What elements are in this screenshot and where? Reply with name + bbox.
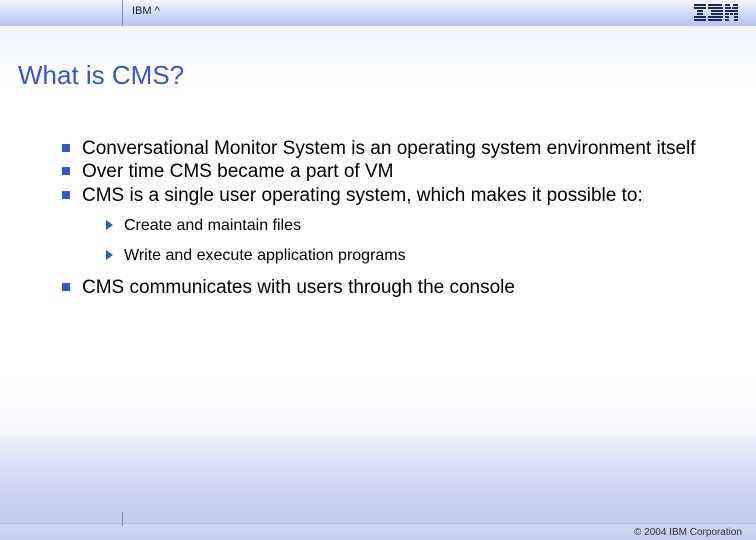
footer-divider — [122, 512, 123, 526]
sub-bullet-item: Create and maintain files — [106, 217, 726, 235]
sub-bullet-list: Create and maintain files Write and exec… — [106, 217, 726, 265]
header-bar: IBM ^ — [0, 0, 756, 27]
slide: IBM ^ — [0, 0, 756, 540]
bullet-list: Conversational Monitor System is an oper… — [62, 138, 726, 301]
bullet-item: Conversational Monitor System is an oper… — [62, 138, 726, 160]
footer-region: © 2004 IBM Corporation — [0, 436, 756, 540]
brand-label: IBM ^ — [132, 5, 160, 17]
header-divider — [122, 0, 123, 26]
content-area: What is CMS? Conversational Monitor Syst… — [0, 26, 756, 436]
copyright-text: © 2004 IBM Corporation — [634, 527, 742, 538]
slide-title: What is CMS? — [18, 60, 184, 91]
footer-band: © 2004 IBM Corporation — [0, 523, 756, 540]
bullet-item: Over time CMS became a part of VM — [62, 161, 726, 183]
bullet-item: CMS is a single user operating system, w… — [62, 185, 726, 207]
ibm-logo-icon — [694, 4, 738, 27]
sub-bullet-item: Write and execute application programs — [106, 247, 726, 265]
bullet-item: CMS communicates with users through the … — [62, 277, 726, 299]
